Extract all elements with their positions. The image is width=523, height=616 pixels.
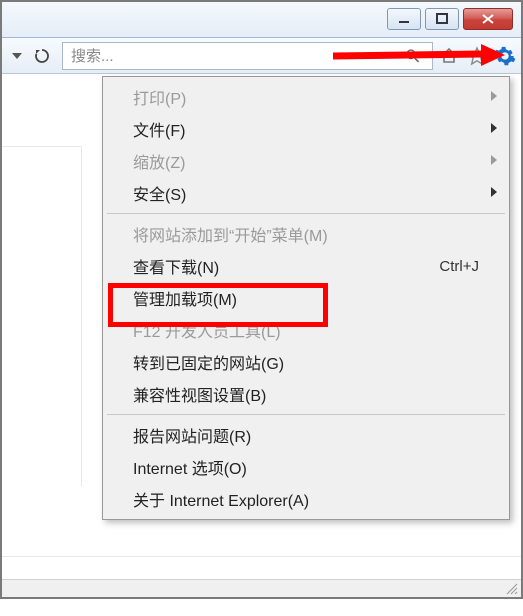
maximize-button[interactable] xyxy=(425,8,459,30)
resize-grip-icon[interactable] xyxy=(505,582,519,596)
menu-item-manage-addons[interactable]: 管理加载项(M) xyxy=(105,282,507,314)
minimize-icon xyxy=(398,13,410,25)
menu-separator xyxy=(107,414,505,415)
submenu-arrow-icon xyxy=(491,88,497,106)
menu-label: 打印(P) xyxy=(133,85,186,109)
menu-label: 转到已固定的网站(G) xyxy=(133,350,284,374)
menu-item-compat-view[interactable]: 兼容性视图设置(B) xyxy=(105,378,507,410)
maximize-icon xyxy=(436,13,448,25)
gear-icon xyxy=(494,45,516,67)
menu-label: 将网站添加到“开始”菜单(M) xyxy=(133,222,328,246)
back-dropdown-button[interactable] xyxy=(6,43,28,69)
close-icon xyxy=(481,13,495,25)
menu-item-report-problem[interactable]: 报告网站问题(R) xyxy=(105,419,507,451)
chevron-down-icon xyxy=(422,53,429,59)
menu-item-zoom[interactable]: 缩放(Z) xyxy=(105,145,507,177)
menu-label: F12 开发人员工具(L) xyxy=(133,318,281,342)
tools-menu: 打印(P) 文件(F) 缩放(Z) 安全(S) 将网站添加到“开始”菜单(M) … xyxy=(102,76,510,520)
search-placeholder: 搜索... xyxy=(71,45,114,66)
menu-item-safety[interactable]: 安全(S) xyxy=(105,177,507,209)
menu-item-goto-pinned[interactable]: 转到已固定的网站(G) xyxy=(105,346,507,378)
window-titlebar xyxy=(0,0,523,38)
menu-label: 缩放(Z) xyxy=(133,149,185,173)
menu-label: 查看下载(N) xyxy=(133,254,219,278)
menu-label: Internet 选项(O) xyxy=(133,455,247,479)
submenu-arrow-icon xyxy=(491,120,497,138)
menu-label: 报告网站问题(R) xyxy=(133,423,251,447)
menu-item-about[interactable]: 关于 Internet Explorer(A) xyxy=(105,483,507,515)
menu-label: 文件(F) xyxy=(133,117,185,141)
menu-label: 兼容性视图设置(B) xyxy=(133,382,266,406)
content-pane xyxy=(2,146,82,486)
menu-separator xyxy=(107,213,505,214)
search-button[interactable] xyxy=(405,44,429,68)
menu-item-add-to-start[interactable]: 将网站添加到“开始”菜单(M) xyxy=(105,218,507,250)
menu-label: 安全(S) xyxy=(133,181,186,205)
search-input[interactable]: 搜索... xyxy=(62,42,433,70)
menu-item-print[interactable]: 打印(P) xyxy=(105,81,507,113)
refresh-button[interactable] xyxy=(30,43,54,69)
status-bar xyxy=(2,579,521,597)
tools-button[interactable] xyxy=(493,44,517,68)
browser-toolbar: 搜索... xyxy=(0,38,523,74)
menu-item-file[interactable]: 文件(F) xyxy=(105,113,507,145)
menu-label: 管理加载项(M) xyxy=(133,286,237,310)
chevron-down-icon xyxy=(12,53,22,59)
search-icon xyxy=(405,47,420,65)
star-icon xyxy=(467,46,487,66)
menu-item-internet-options[interactable]: Internet 选项(O) xyxy=(105,451,507,483)
refresh-icon xyxy=(33,47,51,65)
menu-shortcut: Ctrl+J xyxy=(439,258,479,275)
menu-item-f12-tools[interactable]: F12 开发人员工具(L) xyxy=(105,314,507,346)
menu-item-view-downloads[interactable]: 查看下载(N) Ctrl+J xyxy=(105,250,507,282)
toolbar-icon-cluster xyxy=(437,44,517,68)
home-button[interactable] xyxy=(437,44,461,68)
favorites-button[interactable] xyxy=(465,44,489,68)
submenu-arrow-icon xyxy=(491,184,497,202)
submenu-arrow-icon xyxy=(491,152,497,170)
menu-label: 关于 Internet Explorer(A) xyxy=(133,487,309,511)
home-icon xyxy=(439,46,459,66)
minimize-button[interactable] xyxy=(387,8,421,30)
close-button[interactable] xyxy=(463,8,513,30)
